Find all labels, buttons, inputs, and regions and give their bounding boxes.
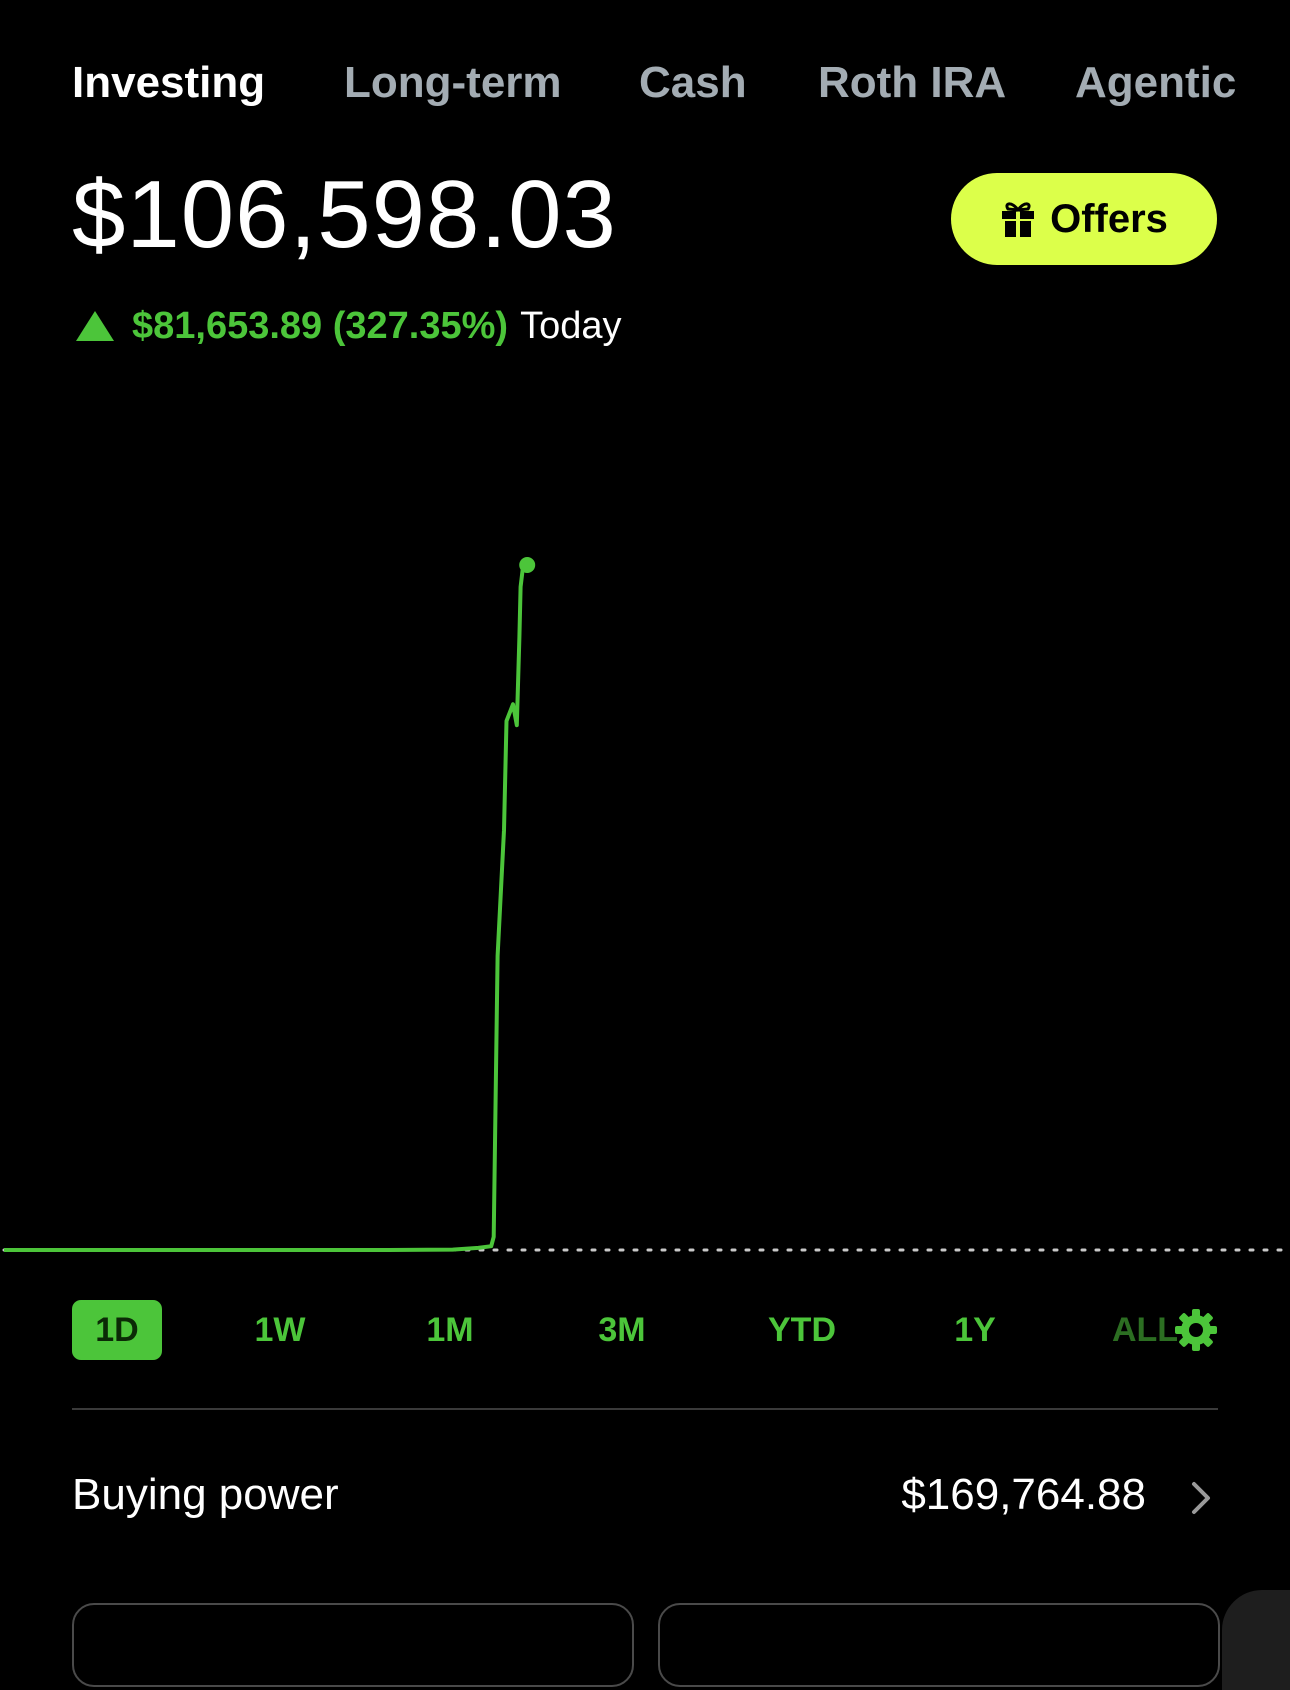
range-selector: 1D 1W 1M 3M YTD 1Y ALL	[0, 1300, 1290, 1362]
offers-label: Offers	[1050, 196, 1168, 241]
range-1y[interactable]: 1Y	[935, 1300, 1015, 1360]
up-arrow-icon	[76, 311, 114, 341]
change-period: Today	[520, 304, 622, 347]
chart-svg	[2, 557, 1288, 1252]
range-ytd[interactable]: YTD	[752, 1300, 852, 1360]
portfolio-chart[interactable]	[0, 360, 1290, 1270]
buying-power-label: Buying power	[72, 1470, 339, 1519]
chevron-right-icon	[1192, 1482, 1210, 1514]
card-right[interactable]	[658, 1603, 1220, 1687]
tab-cash[interactable]: Cash	[639, 58, 747, 108]
portfolio-value: $106,598.03	[72, 161, 617, 268]
tab-roth-ira[interactable]: Roth IRA	[818, 58, 1006, 108]
buying-power-row[interactable]: Buying power $169,764.88	[72, 1460, 1218, 1532]
divider	[72, 1408, 1218, 1410]
gear-icon[interactable]	[1174, 1308, 1218, 1352]
offers-button[interactable]: Offers	[951, 173, 1217, 265]
chart-series-line	[4, 564, 526, 1252]
account-tabs: Investing Long-term Cash Roth IRA Agenti…	[0, 58, 1290, 118]
chart-current-point	[519, 557, 536, 573]
change-value: $81,653.89 (327.35%)	[132, 304, 509, 347]
range-all[interactable]: ALL	[1105, 1300, 1185, 1360]
buying-power-value: $169,764.88	[901, 1470, 1146, 1519]
daily-change: $81,653.89 (327.35%) Today	[76, 300, 621, 352]
range-1w[interactable]: 1W	[240, 1300, 320, 1360]
gift-icon	[1002, 202, 1035, 237]
card-left[interactable]	[72, 1603, 634, 1687]
tab-long-term[interactable]: Long-term	[344, 58, 562, 108]
floating-button-edge[interactable]	[1222, 1590, 1290, 1690]
range-1m[interactable]: 1M	[410, 1300, 490, 1360]
tab-agentic[interactable]: Agentic	[1075, 58, 1236, 108]
range-3m[interactable]: 3M	[582, 1300, 662, 1360]
range-1d[interactable]: 1D	[72, 1300, 162, 1360]
tab-investing[interactable]: Investing	[72, 58, 265, 108]
